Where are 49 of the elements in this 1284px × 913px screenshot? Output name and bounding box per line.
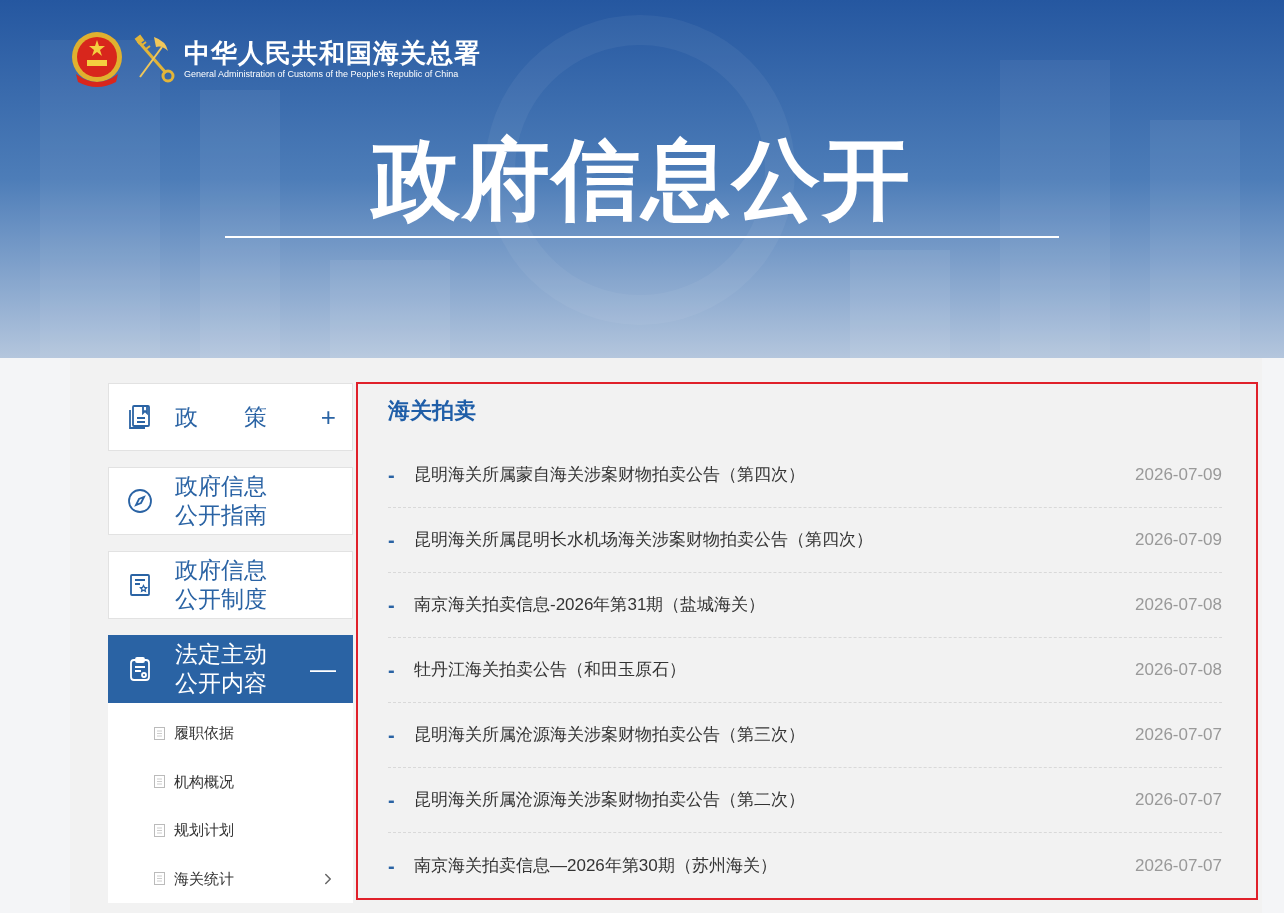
- notice-date: 2026-07-07: [1135, 789, 1222, 812]
- org-name: 中华人民共和国海关总署: [184, 38, 481, 68]
- bullet-dash: -: [388, 463, 396, 488]
- national-emblem-icon: [70, 30, 124, 88]
- sidebar-section[interactable]: 政府信息 公开制度: [108, 551, 353, 619]
- notice-date: 2026-07-07: [1135, 854, 1222, 877]
- bullet-dash: -: [388, 593, 396, 618]
- clipboard-icon: [127, 656, 153, 682]
- page-title: 政府信息公开: [372, 130, 912, 230]
- submenu-item[interactable]: 机构概况: [174, 770, 337, 793]
- section-label: 政府信息 公开指南: [175, 472, 268, 530]
- bullet-dash: -: [388, 723, 396, 748]
- submenu-item[interactable]: 规划计划: [174, 819, 337, 842]
- submenu-item[interactable]: 履职依据: [174, 722, 337, 745]
- notice-date: 2026-07-09: [1135, 529, 1222, 552]
- toggle-sign[interactable]: —: [310, 655, 336, 683]
- bullet-dash: -: [388, 788, 396, 813]
- bullet-dash: -: [388, 853, 396, 879]
- submenu-item[interactable]: 海关统计: [174, 867, 319, 890]
- section-label: 政策: [175, 402, 314, 432]
- notice-date: 2026-07-08: [1135, 594, 1222, 617]
- bullet-dash: -: [388, 528, 396, 553]
- notice-link[interactable]: 南京海关拍卖信息—2026年第30期（苏州海关）: [414, 852, 1136, 879]
- document-icon: [154, 823, 165, 837]
- section-title: 海关拍卖: [388, 397, 477, 425]
- org-name-english: General Administration of Customs of the People's Republic of China: [184, 68, 460, 80]
- toggle-sign[interactable]: +: [320, 403, 336, 431]
- section-label: 政府信息 公开制度: [175, 556, 268, 614]
- notice-date: 2026-07-07: [1135, 724, 1222, 747]
- document-icon: [154, 726, 165, 740]
- notice-link[interactable]: 南京海关拍卖信息-2026年第31期（盐城海关）: [414, 592, 1136, 618]
- sidebar-section[interactable]: 法定主动 公开内容 —: [108, 635, 353, 703]
- sidebar-section[interactable]: 政策 +: [108, 383, 353, 451]
- section-label: 法定主动 公开内容: [175, 640, 268, 698]
- notice-link[interactable]: 昆明海关所属沧源海关涉案财物拍卖公告（第二次）: [414, 787, 1136, 813]
- notice-link[interactable]: 牡丹江海关拍卖公告（和田玉原石）: [414, 657, 1136, 683]
- notice-date: 2026-07-09: [1135, 464, 1222, 487]
- notice-link[interactable]: 昆明海关所属沧源海关涉案财物拍卖公告（第三次）: [414, 722, 1136, 748]
- notice-link[interactable]: 昆明海关所属昆明长水机场海关涉案财物拍卖公告（第四次）: [414, 527, 1136, 553]
- notice-date: 2026-07-08: [1135, 659, 1222, 682]
- document-icon: [154, 872, 165, 886]
- bullet-dash: -: [388, 658, 396, 683]
- sidebar-section[interactable]: 政府信息 公开指南: [108, 467, 353, 535]
- notice-link[interactable]: 昆明海关所属蒙自海关涉案财物拍卖公告（第四次）: [414, 462, 1136, 488]
- document-icon: [154, 775, 165, 789]
- certificate-icon: [127, 572, 153, 598]
- key-caduceus-icon: [132, 33, 176, 85]
- compass-icon: [127, 488, 153, 514]
- book-icon: [127, 404, 153, 430]
